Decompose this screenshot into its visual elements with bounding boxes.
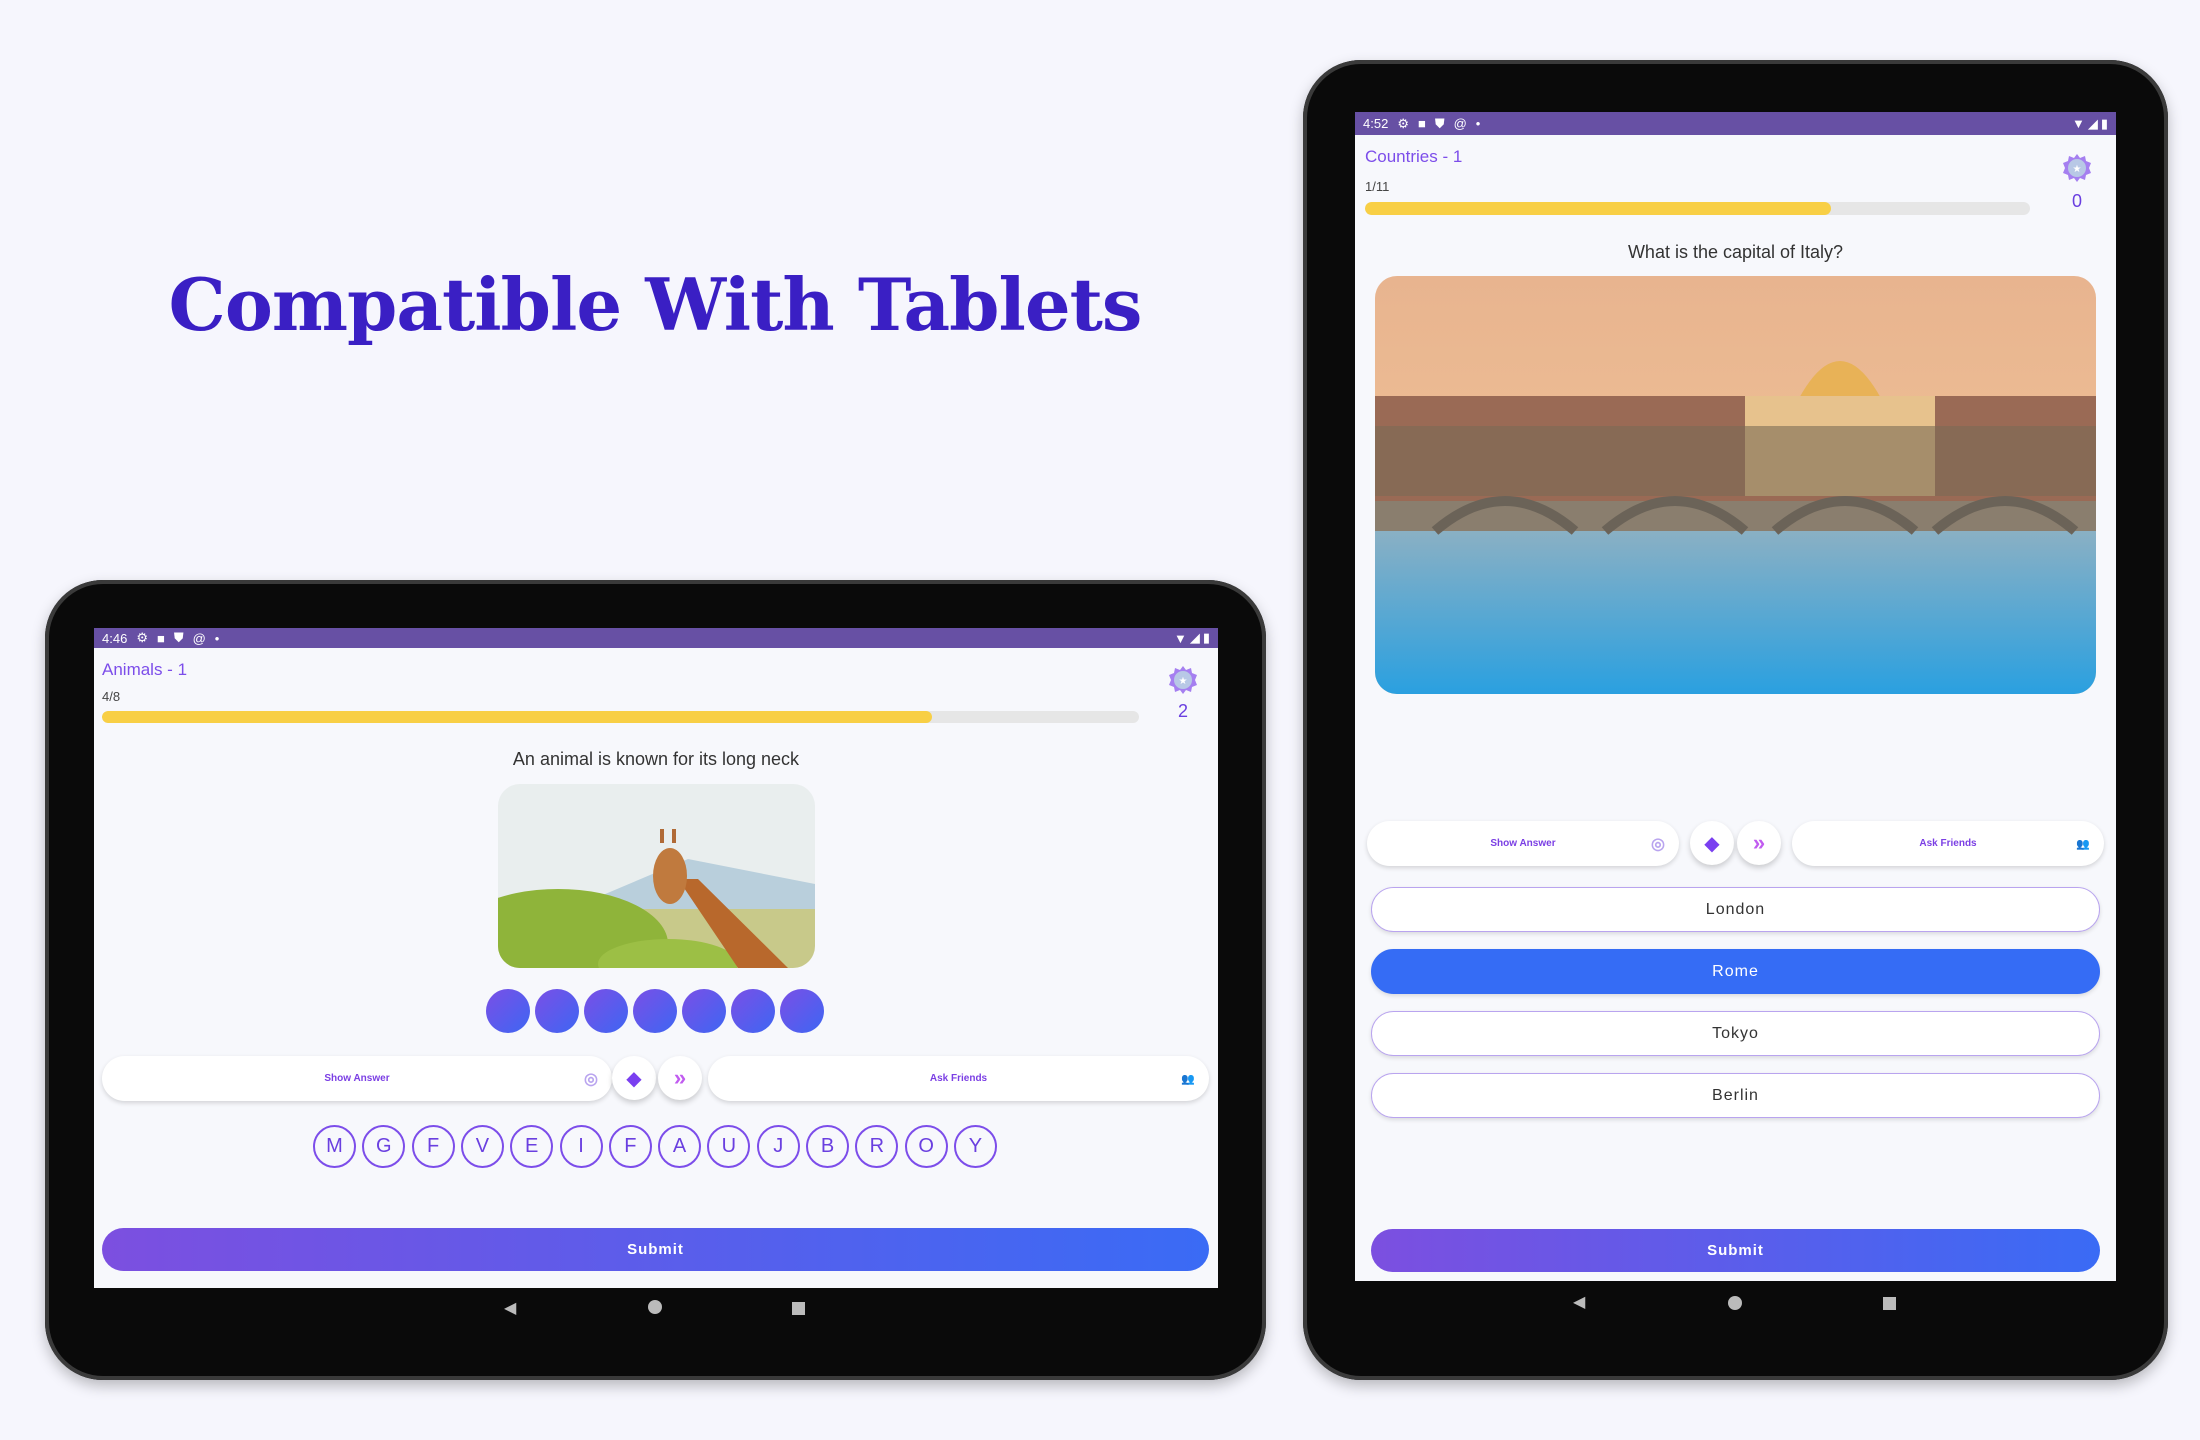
- progress-bar: [1365, 202, 2030, 215]
- gear-icon: ⚙: [1397, 115, 1409, 131]
- letter-button[interactable]: F: [411, 1125, 455, 1168]
- gear-icon: ⚙: [136, 630, 148, 645]
- diamond-icon: ◆: [626, 1067, 642, 1090]
- wifi-icon: ▼: [2071, 116, 2085, 131]
- battery-icon: ▮: [1202, 630, 1210, 645]
- answer-slot[interactable]: [633, 989, 677, 1033]
- eye-icon: ◎: [1651, 835, 1665, 853]
- status-bar: 4:46 ⚙ ■ ⛊ @ • ▼ ◢ ▮: [94, 628, 1218, 648]
- dot-icon: •: [214, 630, 220, 646]
- letter-button[interactable]: B: [806, 1125, 849, 1168]
- recents-nav-button[interactable]: [1883, 1297, 1896, 1310]
- skip-button[interactable]: »: [1737, 821, 1781, 865]
- letter-button[interactable]: I: [559, 1125, 603, 1168]
- submit-button[interactable]: Submit: [1371, 1229, 2100, 1272]
- status-bar: 4:52 ⚙ ■ ⛊ @ • ▼ ◢ ▮: [1355, 112, 2116, 135]
- letter-button[interactable]: F: [608, 1125, 652, 1168]
- level-title: Countries - 1: [1365, 147, 1463, 166]
- gem-button[interactable]: ◆: [612, 1056, 656, 1100]
- signal-icon: ◢: [1189, 630, 1200, 645]
- letter-button[interactable]: A: [658, 1125, 702, 1168]
- at-icon: @: [1453, 116, 1467, 131]
- svg-text:★: ★: [2073, 164, 2082, 175]
- chevrons-right-icon: »: [1752, 830, 1766, 855]
- back-nav-button[interactable]: ◀: [504, 1298, 516, 1318]
- submit-button[interactable]: Submit: [102, 1228, 1209, 1271]
- question-text: An animal is known for its long neck: [512, 749, 800, 769]
- dot-icon: •: [1475, 116, 1481, 131]
- progress-bar: [102, 711, 1139, 723]
- show-answer-button[interactable]: Show Answer ◎: [102, 1056, 612, 1101]
- back-nav-button[interactable]: ◀: [1573, 1292, 1585, 1312]
- headline: Compatible With Tablets: [168, 262, 1143, 347]
- answer-slot[interactable]: [486, 989, 530, 1033]
- ask-friends-button[interactable]: Ask Friends 👥: [708, 1056, 1209, 1101]
- letter-button[interactable]: G: [362, 1125, 406, 1168]
- skip-button[interactable]: »: [658, 1056, 702, 1100]
- question-text: What is the capital of Italy?: [1627, 242, 1844, 262]
- notification-icon: ■: [156, 630, 165, 646]
- option-rome[interactable]: Rome: [1371, 949, 2100, 994]
- group-icon: 👥: [1181, 1073, 1195, 1085]
- score: 2: [1177, 701, 1188, 721]
- letter-button[interactable]: U: [707, 1125, 751, 1168]
- wifi-icon: ▼: [1173, 630, 1187, 646]
- battery-icon: ▮: [2100, 115, 2108, 131]
- letter-button[interactable]: E: [510, 1125, 554, 1168]
- letter-button[interactable]: M: [313, 1125, 356, 1168]
- ask-friends-button[interactable]: Ask Friends 👥: [1792, 821, 2104, 866]
- ask-friends-label: Ask Friends: [929, 1073, 988, 1084]
- chevrons-right-icon: »: [673, 1065, 687, 1090]
- recents-nav-button[interactable]: [792, 1302, 805, 1315]
- status-time: 4:46: [102, 630, 128, 646]
- letter-button[interactable]: R: [855, 1125, 899, 1168]
- home-nav-button[interactable]: [1728, 1296, 1742, 1310]
- eye-icon: ◎: [584, 1070, 598, 1088]
- letter-button[interactable]: O: [904, 1125, 948, 1168]
- answer-slot[interactable]: [584, 989, 628, 1033]
- option-berlin[interactable]: Berlin: [1371, 1073, 2100, 1118]
- shield-icon: ⛊: [173, 630, 184, 645]
- answer-slot[interactable]: [731, 989, 775, 1033]
- answer-slot[interactable]: [682, 989, 726, 1033]
- answer-slot[interactable]: [780, 989, 824, 1033]
- answer-slot[interactable]: [535, 989, 579, 1033]
- notification-icon: ■: [1417, 116, 1426, 131]
- group-icon: 👥: [2076, 838, 2090, 850]
- rome-image: [1375, 276, 2096, 694]
- signal-icon: ◢: [2087, 115, 2098, 131]
- show-answer-label: Show Answer: [1490, 838, 1556, 849]
- badge-icon[interactable]: ★: [1168, 665, 1198, 695]
- progress-fill: [1365, 202, 1831, 215]
- diamond-icon: ◆: [1704, 832, 1720, 855]
- left-screen: 4:46 ⚙ ■ ⛊ @ • ▼ ◢ ▮ Animals - 1 4/8 ★ 2 An an…: [94, 628, 1218, 1288]
- svg-text:★: ★: [1179, 676, 1188, 687]
- gem-button[interactable]: ◆: [1690, 821, 1734, 865]
- letter-button[interactable]: V: [460, 1125, 504, 1168]
- level-title: Animals - 1: [102, 660, 188, 679]
- giraffe-image: [498, 784, 815, 968]
- letter-button[interactable]: J: [756, 1125, 800, 1168]
- letter-button[interactable]: Y: [953, 1125, 997, 1168]
- option-tokyo[interactable]: Tokyo: [1371, 1011, 2100, 1056]
- show-answer-label: Show Answer: [324, 1073, 390, 1084]
- right-screen: 4:52 ⚙ ■ ⛊ @ • ▼ ◢ ▮ Countries - 1 1/11 ★ 0 Wh…: [1355, 112, 2116, 1281]
- progress-fill: [102, 711, 932, 723]
- badge-icon[interactable]: ★: [2062, 153, 2092, 183]
- ask-friends-label: Ask Friends: [1919, 838, 1977, 849]
- status-time: 4:52: [1363, 116, 1389, 131]
- progress-text: 4/8: [102, 689, 121, 704]
- show-answer-button[interactable]: Show Answer ◎: [1367, 821, 1679, 866]
- home-nav-button[interactable]: [648, 1300, 662, 1314]
- option-london[interactable]: London: [1371, 887, 2100, 932]
- score: 0: [2071, 191, 2082, 211]
- progress-text: 1/11: [1365, 179, 1390, 194]
- at-icon: @: [192, 630, 206, 646]
- shield-icon: ⛊: [1434, 115, 1445, 131]
